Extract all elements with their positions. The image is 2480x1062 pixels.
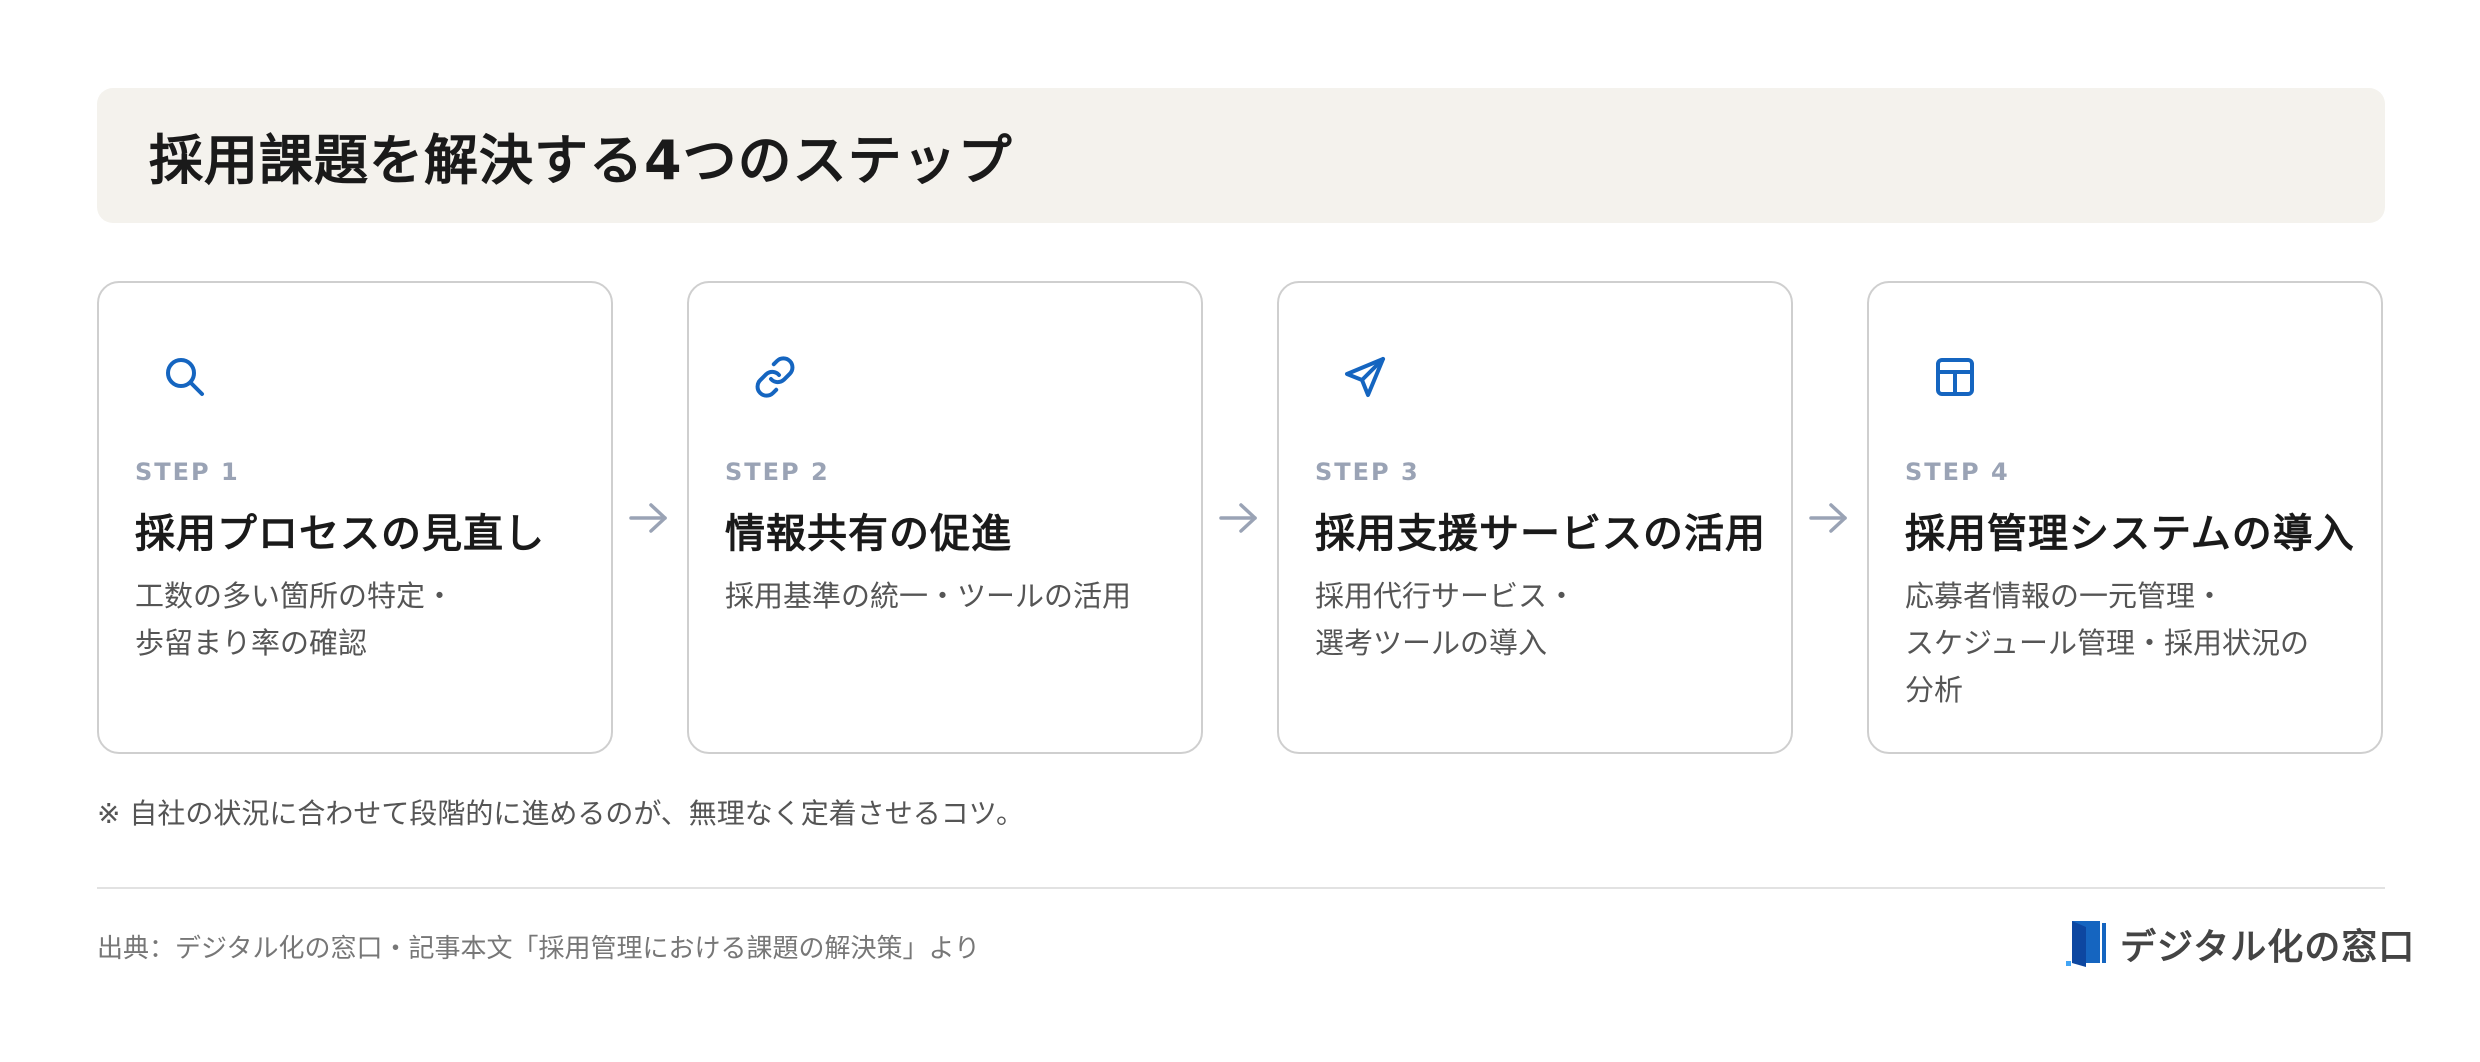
brand-logo: デジタル化の窓口 [2064,918,2415,970]
link-icon [751,353,799,401]
step-description-line: 歩留まり率の確認 [135,626,368,660]
step-label: STEP 2 [725,458,830,486]
step-description-line: 応募者情報の一元管理・ [1905,579,2225,613]
footnote: ※ 自社の状況に合わせて段階的に進めるのが、無理なく定着させるコツ。 [97,797,1024,830]
step-card-4: STEP 4 採用管理システムの導入 応募者情報の一元管理・ スケジュール管理・… [1867,281,2383,754]
title-banner: 採用課題を解決する4つのステップ [97,88,2385,223]
arrow-right-icon [1807,499,1851,537]
step-description-line: 採用基準の統一・ツールの活用 [725,579,1132,613]
source-citation: 出典：デジタル化の窓口・記事本文「採用管理における課題の解決策」より [97,934,980,964]
layout-icon [1931,353,1979,401]
step-label: STEP 3 [1315,458,1420,486]
step-title: 採用支援サービスの活用 [1315,511,1766,557]
divider [97,887,2385,889]
window-logo-icon [2064,919,2110,969]
step-label: STEP 1 [135,458,240,486]
step-title: 情報共有の促進 [725,511,1012,557]
brand-name: デジタル化の窓口 [2120,927,2416,968]
arrow-right-icon [1217,499,1261,537]
send-icon [1341,353,1389,401]
search-icon [161,353,209,401]
step-label: STEP 4 [1905,458,2010,486]
step-description-line: 工数の多い箇所の特定・ [135,579,455,613]
step-description: 採用基準の統一・ツールの活用 [725,573,1165,620]
step-description: 採用代行サービス・ 選考ツールの導入 [1315,573,1755,667]
step-card-1: STEP 1 採用プロセスの見直し 工数の多い箇所の特定・ 歩留まり率の確認 [97,281,613,754]
step-card-3: STEP 3 採用支援サービスの活用 採用代行サービス・ 選考ツールの導入 [1277,281,1793,754]
step-description-line: スケジュール管理・採用状況の [1905,626,2309,660]
step-description: 工数の多い箇所の特定・ 歩留まり率の確認 [135,573,575,667]
step-description-line: 分析 [1905,673,1964,707]
step-description-line: 選考ツールの導入 [1315,626,1548,660]
step-title: 採用管理システムの導入 [1905,511,2355,557]
arrow-right-icon [627,499,671,537]
step-title: 採用プロセスの見直し [135,511,545,557]
step-description-line: 採用代行サービス・ [1315,579,1577,613]
step-card-2: STEP 2 情報共有の促進 採用基準の統一・ツールの活用 [687,281,1203,754]
page-title: 採用課題を解決する4つのステップ [149,129,1013,192]
step-description: 応募者情報の一元管理・ スケジュール管理・採用状況の 分析 [1905,573,2345,714]
